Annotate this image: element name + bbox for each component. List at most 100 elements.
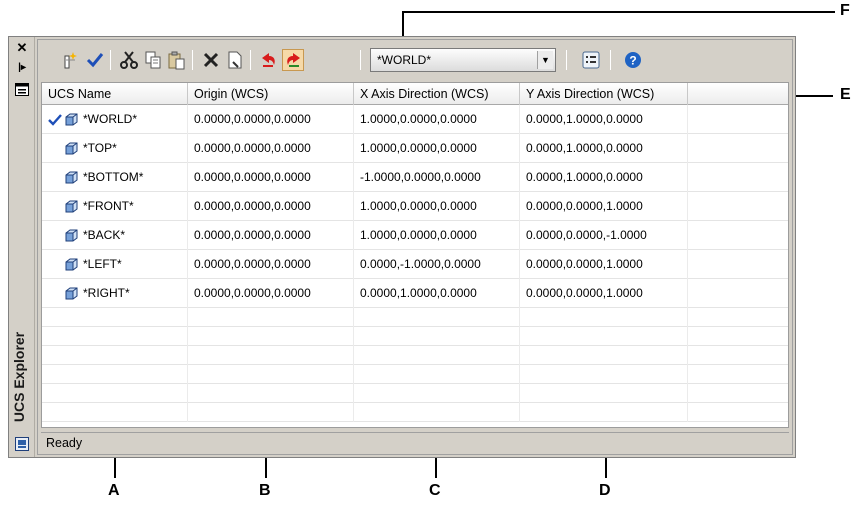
- empty-row: [42, 365, 788, 384]
- ucs-name-cell[interactable]: *TOP*: [42, 134, 188, 163]
- origin-cell[interactable]: 0.0000,0.0000,0.0000: [188, 250, 354, 279]
- empty-cell: [354, 384, 520, 403]
- ucs-name-cell[interactable]: *LEFT*: [42, 250, 188, 279]
- empty-cell: [42, 365, 188, 384]
- ucs-name-text: *BOTTOM*: [83, 170, 144, 184]
- y-axis-cell[interactable]: 0.0000,0.0000,-1.0000: [520, 221, 688, 250]
- palette-content: *WORLD* ▼ ? UCS Name Origin (WCS) X Axis…: [37, 39, 793, 455]
- table-row[interactable]: *FRONT* 0.0000,0.0000,0.0000 1.0000,0.0000…: [42, 192, 788, 221]
- table-row[interactable]: *RIGHT* 0.0000,0.0000,0.0000 0.0000,1.0000…: [42, 279, 788, 308]
- empty-cell: [520, 308, 688, 327]
- empty-cell: [688, 346, 788, 365]
- origin-cell[interactable]: 0.0000,0.0000,0.0000: [188, 163, 354, 192]
- delete-icon[interactable]: [200, 49, 222, 71]
- current-check-icon: [48, 113, 62, 126]
- filler-cell: [688, 163, 788, 192]
- ucs-name-text: *LEFT*: [83, 257, 122, 271]
- set-current-icon[interactable]: [84, 49, 106, 71]
- x-axis-cell[interactable]: 1.0000,0.0000,0.0000: [354, 221, 520, 250]
- properties-icon[interactable]: [224, 49, 246, 71]
- table-row[interactable]: *TOP* 0.0000,0.0000,0.0000 1.0000,0.0000,0…: [42, 134, 788, 163]
- ucs-name-text: *WORLD*: [83, 112, 138, 126]
- empty-cell: [42, 346, 188, 365]
- copy-icon[interactable]: [142, 49, 164, 71]
- current-ucs-dropdown[interactable]: *WORLD* ▼: [370, 48, 556, 72]
- y-axis-cell[interactable]: 0.0000,1.0000,0.0000: [520, 134, 688, 163]
- origin-cell[interactable]: 0.0000,0.0000,0.0000: [188, 279, 354, 308]
- empty-row: [42, 346, 788, 365]
- origin-cell[interactable]: 0.0000,0.0000,0.0000: [188, 192, 354, 221]
- empty-cell: [520, 327, 688, 346]
- empty-cell: [188, 327, 354, 346]
- empty-cell: [688, 365, 788, 384]
- paste-icon[interactable]: [166, 49, 188, 71]
- empty-row: [42, 308, 788, 327]
- chevron-down-icon[interactable]: ▼: [537, 51, 553, 69]
- details-view-icon[interactable]: [580, 49, 602, 71]
- ucs-name-text: *BACK*: [83, 228, 126, 242]
- palette-menu-icon[interactable]: [14, 437, 30, 451]
- origin-cell[interactable]: 0.0000,0.0000,0.0000: [188, 221, 354, 250]
- ucs-cube-icon: [65, 229, 78, 242]
- empty-cell: [188, 308, 354, 327]
- empty-cell: [520, 365, 688, 384]
- ucs-grid: UCS Name Origin (WCS) X Axis Direction (…: [41, 82, 789, 428]
- empty-row: [42, 403, 788, 422]
- y-axis-cell[interactable]: 0.0000,1.0000,0.0000: [520, 105, 688, 134]
- empty-cell: [354, 308, 520, 327]
- empty-cell: [188, 384, 354, 403]
- help-icon[interactable]: ?: [622, 49, 644, 71]
- x-axis-cell[interactable]: -1.0000,0.0000,0.0000: [354, 163, 520, 192]
- x-axis-cell[interactable]: 1.0000,0.0000,0.0000: [354, 192, 520, 221]
- filler-cell: [688, 134, 788, 163]
- close-icon[interactable]: ✕: [14, 41, 30, 55]
- empty-cell: [354, 365, 520, 384]
- cut-icon[interactable]: [118, 49, 140, 71]
- ucs-name-cell[interactable]: *BOTTOM*: [42, 163, 188, 192]
- column-header-origin[interactable]: Origin (WCS): [188, 83, 354, 105]
- ucs-cube-icon: [65, 200, 78, 213]
- column-header-y-axis[interactable]: Y Axis Direction (WCS): [520, 83, 688, 105]
- undo-icon[interactable]: [258, 49, 280, 71]
- empty-cell: [354, 346, 520, 365]
- empty-cell: [688, 327, 788, 346]
- y-axis-cell[interactable]: 0.0000,0.0000,1.0000: [520, 250, 688, 279]
- table-row[interactable]: *WORLD* 0.0000,0.0000,0.0000 1.0000,0.0000…: [42, 105, 788, 134]
- x-axis-cell[interactable]: 0.0000,1.0000,0.0000: [354, 279, 520, 308]
- palette-title: UCS Explorer: [11, 331, 27, 423]
- ucs-name-cell[interactable]: *RIGHT*: [42, 279, 188, 308]
- current-ucs-value: *WORLD*: [377, 53, 432, 67]
- column-header-x-axis[interactable]: X Axis Direction (WCS): [354, 83, 520, 105]
- column-header-ucs-name[interactable]: UCS Name: [42, 83, 188, 105]
- auto-hide-icon[interactable]: |▸: [14, 61, 30, 75]
- table-row[interactable]: *LEFT* 0.0000,0.0000,0.0000 0.0000,-1.0000…: [42, 250, 788, 279]
- x-axis-cell[interactable]: 0.0000,-1.0000,0.0000: [354, 250, 520, 279]
- table-row[interactable]: *BACK* 0.0000,0.0000,0.0000 1.0000,0.0000,…: [42, 221, 788, 250]
- x-axis-cell[interactable]: 1.0000,0.0000,0.0000: [354, 134, 520, 163]
- filler-cell: [688, 221, 788, 250]
- y-axis-cell[interactable]: 0.0000,1.0000,0.0000: [520, 163, 688, 192]
- empty-row: [42, 384, 788, 403]
- ucs-cube-icon: [65, 113, 78, 126]
- ucs-name-text: *RIGHT*: [83, 286, 130, 300]
- ucs-name-cell[interactable]: *FRONT*: [42, 192, 188, 221]
- callout-label-d: D: [599, 482, 611, 499]
- grid-header: UCS Name Origin (WCS) X Axis Direction (…: [42, 83, 788, 105]
- new-ucs-icon[interactable]: [60, 49, 82, 71]
- toolbar: *WORLD* ▼ ?: [40, 42, 790, 78]
- y-axis-cell[interactable]: 0.0000,0.0000,1.0000: [520, 279, 688, 308]
- y-axis-cell[interactable]: 0.0000,0.0000,1.0000: [520, 192, 688, 221]
- redo-icon[interactable]: [282, 49, 304, 71]
- origin-cell[interactable]: 0.0000,0.0000,0.0000: [188, 105, 354, 134]
- filler-cell: [688, 105, 788, 134]
- x-axis-cell[interactable]: 1.0000,0.0000,0.0000: [354, 105, 520, 134]
- empty-cell: [520, 384, 688, 403]
- empty-cell: [354, 327, 520, 346]
- properties-icon[interactable]: [14, 83, 30, 97]
- ucs-cube-icon: [65, 258, 78, 271]
- origin-cell[interactable]: 0.0000,0.0000,0.0000: [188, 134, 354, 163]
- ucs-name-cell[interactable]: *WORLD*: [42, 105, 188, 134]
- ucs-name-cell[interactable]: *BACK*: [42, 221, 188, 250]
- empty-cell: [688, 308, 788, 327]
- table-row[interactable]: *BOTTOM* 0.0000,0.0000,0.0000 -1.0000,0.00…: [42, 163, 788, 192]
